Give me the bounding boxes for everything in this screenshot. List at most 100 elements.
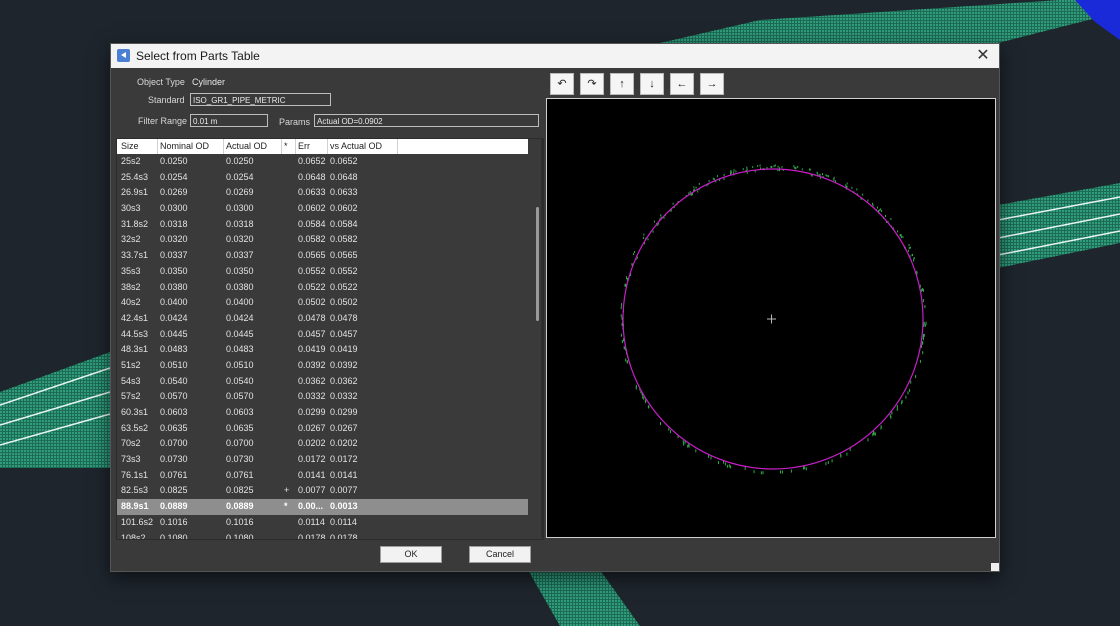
table-row[interactable]: 48.3s1 0.0483 0.0483 0.0419 0.0419	[117, 342, 528, 358]
cell-vs-actual-od: 0.0392	[330, 359, 358, 370]
cell-nominal-od: 0.0300	[160, 203, 188, 214]
table-row[interactable]: 25.4s3 0.0254 0.0254 0.0648 0.0648	[117, 170, 528, 186]
table-row[interactable]: 44.5s3 0.0445 0.0445 0.0457 0.0457	[117, 327, 528, 343]
column-header-size[interactable]: Size	[119, 139, 158, 154]
column-header-nominal-od[interactable]: Nominal OD	[158, 139, 224, 154]
cell-vs-actual-od: 0.0178	[330, 532, 358, 540]
column-header-actual-od[interactable]: Actual OD	[224, 139, 282, 154]
cloud-point	[620, 333, 622, 337]
cell-nominal-od: 0.1080	[160, 532, 188, 540]
cloud-point	[872, 202, 873, 205]
table-row[interactable]: 32s2 0.0320 0.0320 0.0582 0.0582	[117, 232, 528, 248]
table-row[interactable]: 88.9s1 0.0889 0.0889 * 0.00... 0.0013	[117, 499, 528, 515]
cell-err: 0.0582	[298, 234, 326, 245]
table-row[interactable]: 31.8s2 0.0318 0.0318 0.0584 0.0584	[117, 217, 528, 233]
cell-nominal-od: 0.0540	[160, 375, 188, 386]
table-row[interactable]: 76.1s1 0.0761 0.0761 0.0141 0.0141	[117, 468, 528, 484]
table-row[interactable]: 38s2 0.0380 0.0380 0.0522 0.0522	[117, 280, 528, 296]
cloud-point	[833, 176, 835, 179]
cell-size: 33.7s1	[121, 250, 149, 261]
dialog-title: Select from Parts Table	[136, 49, 260, 63]
table-row[interactable]: 70s2 0.0700 0.0700 0.0202 0.0202	[117, 436, 528, 452]
cell-size: 25.4s3	[121, 171, 149, 182]
table-row[interactable]: 63.5s2 0.0635 0.0635 0.0267 0.0267	[117, 421, 528, 437]
table-row[interactable]: 82.5s3 0.0825 0.0825 +0.0077 0.0077	[117, 483, 528, 499]
ok-button[interactable]: OK	[380, 546, 442, 563]
arrow-down-icon: ↓	[649, 78, 655, 90]
cloud-point	[907, 391, 909, 395]
cancel-button[interactable]: Cancel	[469, 546, 531, 563]
cloud-point	[923, 333, 925, 337]
cell-vs-actual-od: 0.0584	[330, 218, 358, 229]
table-row[interactable]: 30s3 0.0300 0.0300 0.0602 0.0602	[117, 201, 528, 217]
cell-size: 35s3	[121, 265, 141, 276]
cell-marker	[282, 264, 296, 279]
panel-divider[interactable]	[541, 138, 543, 538]
object-type-value: Cylinder	[192, 77, 226, 87]
cross-section-viewport[interactable]	[546, 98, 996, 538]
close-button[interactable]: ✕	[973, 46, 993, 66]
arrow-down-button[interactable]: ↓	[640, 73, 664, 95]
cell-marker	[282, 154, 296, 169]
table-row[interactable]: 26.9s1 0.0269 0.0269 0.0633 0.0633	[117, 185, 528, 201]
params-field[interactable]: Actual OD=0.0902	[314, 114, 539, 127]
table-row[interactable]: 54s3 0.0540 0.0540 0.0362 0.0362	[117, 374, 528, 390]
cell-actual-od: 0.1016	[226, 516, 254, 527]
cloud-point	[897, 230, 899, 233]
arrow-left-icon: ←	[676, 78, 688, 90]
arrow-up-icon: ↑	[619, 78, 625, 90]
cell-nominal-od: 0.0700	[160, 438, 188, 449]
scrollbar-thumb[interactable]	[536, 207, 539, 321]
arrow-up-button[interactable]: ↑	[610, 73, 634, 95]
standard-field[interactable]: ISO_GR1_PIPE_METRIC	[190, 93, 331, 106]
cell-size: 25s2	[121, 156, 141, 166]
cell-actual-od: 0.0761	[226, 469, 254, 480]
cell-actual-od: 0.0250	[226, 156, 254, 166]
table-row[interactable]: 40s2 0.0400 0.0400 0.0502 0.0502	[117, 295, 528, 311]
cell-vs-actual-od: 0.0457	[330, 328, 358, 339]
cell-size: 60.3s1	[121, 407, 149, 417]
cell-actual-od: 0.0483	[226, 344, 254, 355]
column-header-err[interactable]: Err	[296, 139, 328, 154]
cloud-point	[698, 182, 700, 185]
arrow-right-button[interactable]: →	[700, 73, 724, 95]
cell-marker	[282, 452, 296, 467]
arrow-left-button[interactable]: ←	[670, 73, 694, 95]
cell-vs-actual-od: 0.0013	[330, 501, 358, 512]
table-row[interactable]: 51s2 0.0510 0.0510 0.0392 0.0392	[117, 358, 528, 374]
cell-nominal-od: 0.0445	[160, 328, 188, 339]
rotate-cw-button[interactable]: ↷	[580, 73, 604, 95]
cell-vs-actual-od: 0.0582	[330, 234, 358, 245]
resize-grip[interactable]	[991, 563, 999, 571]
rotate-ccw-button[interactable]: ↶	[550, 73, 574, 95]
parts-table: Size Nominal OD Actual OD * Err vs Actua…	[116, 138, 544, 540]
cloud-point	[746, 168, 748, 171]
filter-range-field[interactable]: 0.01 m	[190, 114, 268, 127]
cloud-point	[773, 165, 775, 168]
cloud-point	[819, 173, 821, 176]
cloud-point	[867, 199, 869, 202]
table-row[interactable]: 60.3s1 0.0603 0.0603 0.0299 0.0299	[117, 405, 528, 421]
cell-marker	[282, 217, 296, 232]
column-header-vs-actual-od[interactable]: vs Actual OD	[328, 139, 398, 154]
table-row[interactable]: 35s3 0.0350 0.0350 0.0552 0.0552	[117, 264, 528, 280]
table-row[interactable]: 57s2 0.0570 0.0570 0.0332 0.0332	[117, 389, 528, 405]
table-row[interactable]: 42.4s1 0.0424 0.0424 0.0478 0.0478	[117, 311, 528, 327]
cloud-point	[668, 427, 670, 431]
table-row[interactable]: 73s3 0.0730 0.0730 0.0172 0.0172	[117, 452, 528, 468]
cloud-point	[826, 174, 828, 177]
column-header-marker[interactable]: *	[282, 139, 296, 154]
cloud-point	[901, 401, 903, 405]
cloud-point	[805, 467, 807, 471]
table-row[interactable]: 33.7s1 0.0337 0.0337 0.0565 0.0565	[117, 248, 528, 264]
cell-size: 30s3	[121, 203, 141, 214]
cloud-point	[890, 415, 892, 419]
table-row[interactable]: 101.6s2 0.1016 0.1016 0.0114 0.0114	[117, 515, 528, 531]
cell-actual-od: 0.0337	[226, 250, 254, 261]
cloud-point	[660, 422, 661, 426]
cell-size: 38s2	[121, 281, 141, 292]
cell-actual-od: 0.0269	[226, 187, 254, 198]
table-row[interactable]: 25s2 0.0250 0.0250 0.0652 0.0652	[117, 154, 528, 170]
cloud-point	[909, 388, 911, 392]
table-row[interactable]: 108s2 0.1080 0.1080 0.0178 0.0178	[117, 531, 528, 540]
